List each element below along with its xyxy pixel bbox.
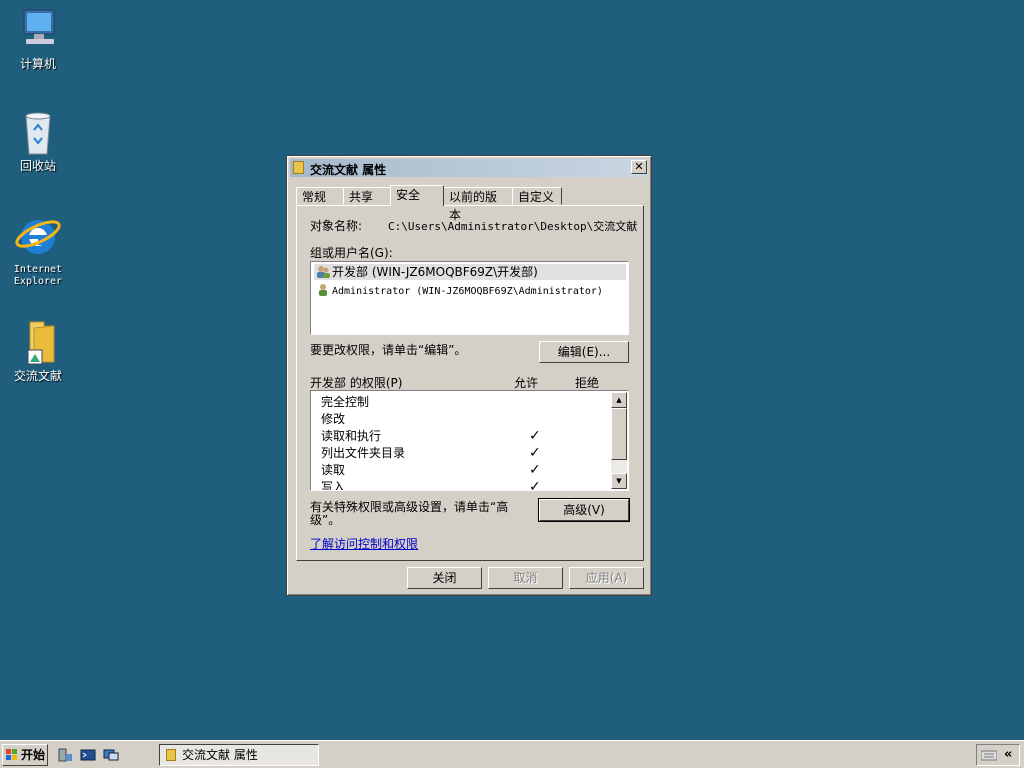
taskbar: 开始 交流文献 属性 « [0,740,1024,768]
permission-row: 完全控制 [321,394,369,411]
desktop-icon-label: 计算机 [19,57,56,71]
object-name-value: C:\Users\Administrator\Desktop\交流文献 [388,220,638,233]
learn-access-control-link[interactable]: 了解访问控制和权限 [310,535,418,552]
desktop-icon-folder[interactable]: 交流文献 [0,318,76,383]
folder-icon [14,318,62,366]
apply-button[interactable]: 应用(A) [569,567,644,589]
group-label: 组或用户名(G): [310,246,393,260]
change-permissions-text: 要更改权限，请单击“编辑”。 [310,343,467,357]
windows-flag-icon [6,749,17,760]
taskbar-item-label: 交流文献 属性 [182,748,258,762]
user-icon [316,283,330,296]
permission-row: 读取和执行 ✓ [321,428,541,445]
powershell-icon[interactable] [80,748,96,762]
edit-button[interactable]: 编辑(E)... [539,341,629,363]
close-button[interactable]: 关闭 [407,567,482,589]
desktop-icon-label: Internet Explorer [13,264,63,287]
dialog-title: 交流文献 属性 [310,163,387,177]
folder-icon [166,749,176,761]
allow-header: 允许 [514,376,539,390]
permission-name: 列出文件夹目录 [321,446,406,460]
desktop-icon-computer[interactable]: 计算机 [0,6,76,71]
permission-name: 写入 [321,480,346,491]
user-name: 开发部 (WIN-JZ6MOQBF69Z\开发部) [332,265,538,279]
keyboard-icon[interactable] [981,749,997,761]
cancel-button[interactable]: 取消 [488,567,563,589]
recycle-bin-icon [14,108,62,156]
permissions-scrollbar[interactable]: ▲ ▼ [611,392,627,489]
permission-name: 读取 [321,463,346,477]
special-permissions-text-cont: 级”。 [310,513,341,527]
close-icon[interactable]: ✕ [631,160,647,174]
start-button[interactable]: 开始 [2,744,48,766]
tray-expand-icon[interactable]: « [1004,747,1012,762]
taskbar-item-properties[interactable]: 交流文献 属性 [159,744,319,766]
scroll-down-icon[interactable]: ▼ [611,473,627,489]
list-item[interactable]: Administrator (WIN-JZ6MOQBF69Z\Administr… [314,282,603,298]
permission-name: 修改 [321,412,346,426]
scroll-thumb[interactable] [611,408,627,460]
scroll-up-icon[interactable]: ▲ [611,392,627,408]
permission-row: 修改 [321,411,345,428]
object-name-label: 对象名称: [310,219,363,233]
group-user-icon [316,265,330,278]
permission-row: 写入 ✓ [321,479,541,491]
user-name: Administrator (WIN-JZ6MOQBF69Z\Administr… [332,286,603,297]
properties-dialog: 交流文献 属性 ✕ 常规 共享 安全 以前的版本 自定义 对象名称: C:\Us… [286,155,652,596]
permissions-header: 开发部 的权限(P) [310,376,403,390]
internet-explorer-icon [14,212,62,260]
permission-name: 读取和执行 [321,429,382,443]
computer-icon [14,6,62,54]
users-listbox[interactable]: 开发部 (WIN-JZ6MOQBF69Z\开发部) Administrator … [310,261,629,335]
desktop-icon-label: 交流文献 [13,369,62,383]
allow-check: ✓ [529,445,541,461]
allow-check: ✓ [529,479,541,491]
start-label: 开始 [21,748,46,762]
notification-area: « [976,744,1020,766]
tab-customize[interactable]: 自定义 [512,187,562,205]
tab-previous-versions[interactable]: 以前的版本 [443,187,513,222]
permissions-listbox[interactable]: 完全控制 修改 读取和执行 ✓ 列出文件夹目录 ✓ 读取 ✓ 写入 ✓ ▲ ▼ [310,390,629,491]
desktop-icon-label: 回收站 [19,159,56,173]
permission-row: 读取 ✓ [321,462,541,479]
tab-sharing[interactable]: 共享 [343,187,391,205]
tab-security[interactable]: 安全 [390,185,444,206]
server-manager-icon[interactable] [57,748,73,762]
deny-header: 拒绝 [575,376,600,390]
allow-check: ✓ [529,462,541,478]
desktop-icon-recycle-bin[interactable]: 回收站 [0,108,76,173]
folder-icon [293,161,304,174]
security-panel: 对象名称: C:\Users\Administrator\Desktop\交流文… [296,205,644,561]
permission-name: 完全控制 [321,395,370,409]
list-item[interactable]: 开发部 (WIN-JZ6MOQBF69Z\开发部) [314,264,626,280]
dialog-titlebar[interactable]: 交流文献 属性 ✕ [290,159,648,177]
advanced-button[interactable]: 高级(V) [538,498,630,522]
desktop-icon-internet-explorer[interactable]: Internet Explorer [0,212,76,288]
allow-check: ✓ [529,428,541,444]
show-desktop-icon[interactable] [103,748,119,762]
permission-row: 列出文件夹目录 ✓ [321,445,541,462]
tab-general[interactable]: 常规 [296,187,344,205]
